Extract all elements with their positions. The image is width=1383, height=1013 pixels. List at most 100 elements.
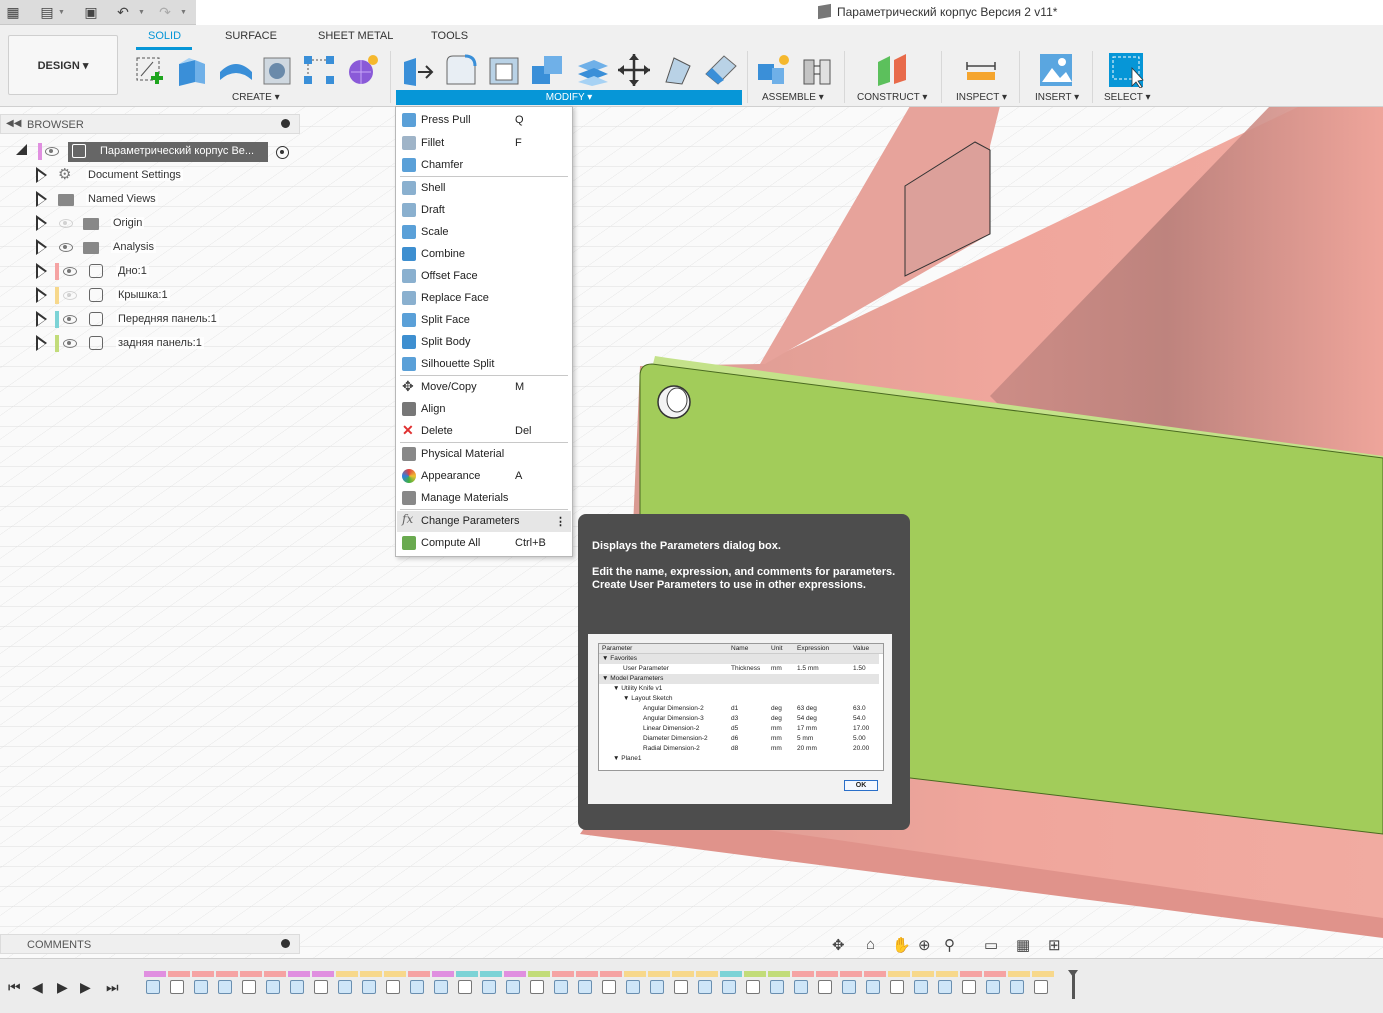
tab-tools[interactable]: TOOLS <box>431 30 468 42</box>
offset-plane-icon[interactable] <box>874 52 910 88</box>
tab-solid[interactable]: SOLID <box>148 30 181 42</box>
menu-item-move-copy[interactable]: ✥ Move/Copy M <box>397 377 571 398</box>
menu-item-align[interactable]: Align <box>397 399 571 420</box>
form-icon[interactable] <box>345 52 381 88</box>
viewports-icon[interactable]: ⊞ <box>1048 936 1061 954</box>
pan-icon[interactable]: ✋ <box>892 936 911 954</box>
insert-image-icon[interactable] <box>1038 52 1074 88</box>
timeline-feature-icon[interactable] <box>650 980 664 994</box>
redo-chevron-icon[interactable]: ▼ <box>180 9 187 16</box>
fillet-icon[interactable] <box>443 52 479 88</box>
timeline-feature-icon[interactable] <box>146 980 160 994</box>
fit-icon[interactable]: ⚲ <box>944 936 955 954</box>
menu-item-appearance[interactable]: Appearance A <box>397 466 571 487</box>
timeline-feature-icon[interactable] <box>722 980 736 994</box>
timeline-feature-icon[interactable] <box>794 980 808 994</box>
tab-surface[interactable]: SURFACE <box>225 30 277 42</box>
browser-minimize-icon[interactable] <box>281 119 290 128</box>
timeline-feature-icon[interactable] <box>170 980 184 994</box>
new-component-icon[interactable] <box>756 52 792 88</box>
visibility-eye-icon[interactable] <box>63 315 77 324</box>
timeline-feature-icon[interactable] <box>914 980 928 994</box>
menu-item-scale[interactable]: Scale <box>397 222 571 243</box>
workspace-switcher[interactable]: DESIGN ▾ <box>8 35 118 95</box>
timeline-feature-icon[interactable] <box>890 980 904 994</box>
menu-item-physical-material[interactable]: Physical Material <box>397 444 571 465</box>
timeline-feature-icon[interactable] <box>338 980 352 994</box>
menu-item-delete[interactable]: ✕ Delete Del <box>397 421 571 442</box>
grid-settings-icon[interactable]: ▦ <box>1016 936 1030 954</box>
menu-item-offset-face[interactable]: Offset Face <box>397 266 571 287</box>
assemble-menu[interactable]: ASSEMBLE ▾ <box>762 92 824 103</box>
menu-item-split-body[interactable]: Split Body <box>397 332 571 353</box>
redo-icon[interactable]: ↷ <box>156 3 174 21</box>
activate-radio-icon[interactable] <box>276 146 289 159</box>
timeline-feature-icon[interactable] <box>434 980 448 994</box>
undo-chevron-icon[interactable]: ▼ <box>138 9 145 16</box>
press-pull-icon[interactable] <box>400 52 436 88</box>
timeline-feature-icon[interactable] <box>578 980 592 994</box>
extrude-icon[interactable] <box>175 52 211 88</box>
timeline-feature-icon[interactable] <box>218 980 232 994</box>
timeline-feature-icon[interactable] <box>626 980 640 994</box>
timeline-feature-icon[interactable] <box>362 980 376 994</box>
timeline-feature-icon[interactable] <box>986 980 1000 994</box>
delete-face-icon[interactable] <box>702 52 738 88</box>
display-settings-icon[interactable]: ▭ <box>984 936 998 954</box>
menu-item-split-face[interactable]: Split Face <box>397 310 571 331</box>
collapse-browser-icon[interactable]: ◀◀ <box>6 118 21 129</box>
visibility-eye-icon[interactable] <box>59 219 73 228</box>
go-to-start-icon[interactable]: ⏮ <box>8 979 21 996</box>
menu-item-chamfer[interactable]: Chamfer <box>397 155 571 176</box>
timeline-feature-icon[interactable] <box>746 980 760 994</box>
timeline-feature-icon[interactable] <box>410 980 424 994</box>
go-to-end-icon[interactable]: ⏭ <box>106 979 119 996</box>
browser-item[interactable]: задняя панель:1 <box>0 333 300 355</box>
timeline-feature-icon[interactable] <box>530 980 544 994</box>
timeline-feature-icon[interactable] <box>506 980 520 994</box>
create-sketch-icon[interactable] <box>133 52 169 88</box>
browser-item[interactable]: Дно:1 <box>0 261 300 283</box>
menu-item-silhouette-split[interactable]: Silhouette Split <box>397 354 571 375</box>
menu-item-fillet[interactable]: Fillet F <box>397 133 571 154</box>
timeline-feature-icon[interactable] <box>386 980 400 994</box>
joint-icon[interactable] <box>800 52 836 88</box>
menu-item-press-pull[interactable]: Press Pull Q <box>397 110 571 131</box>
select-icon[interactable] <box>1108 52 1144 88</box>
measure-icon[interactable] <box>963 52 999 88</box>
revolve-icon[interactable] <box>218 52 254 88</box>
timeline-feature-icon[interactable] <box>266 980 280 994</box>
shell-icon[interactable] <box>486 52 522 88</box>
offset-face-icon[interactable] <box>574 52 610 88</box>
menu-item-draft[interactable]: Draft <box>397 200 571 221</box>
browser-panel-header[interactable]: ◀◀ BROWSER <box>0 114 300 134</box>
visibility-eye-icon[interactable] <box>63 339 77 348</box>
visibility-eye-icon[interactable] <box>45 147 59 156</box>
menu-item-manage-materials[interactable]: Manage Materials <box>397 488 571 509</box>
play-icon[interactable]: ▶ <box>57 979 68 996</box>
undo-icon[interactable]: ↶ <box>114 3 132 21</box>
timeline-feature-icon[interactable] <box>938 980 952 994</box>
timeline-feature-icon[interactable] <box>482 980 496 994</box>
expand-triangle-icon[interactable] <box>16 144 27 155</box>
visibility-eye-icon[interactable] <box>63 291 77 300</box>
timeline-feature-icon[interactable] <box>290 980 304 994</box>
insert-menu[interactable]: INSERT ▾ <box>1035 92 1079 103</box>
zoom-icon[interactable]: ⊕ <box>918 936 931 954</box>
menu-item-combine[interactable]: Combine <box>397 244 571 265</box>
combine-icon[interactable] <box>530 52 566 88</box>
timeline-feature-icon[interactable] <box>674 980 688 994</box>
file-icon[interactable]: ▤ <box>38 3 56 21</box>
file-chevron-icon[interactable]: ▼ <box>58 9 65 16</box>
timeline-feature-icon[interactable] <box>866 980 880 994</box>
browser-item[interactable]: Named Views <box>0 189 300 211</box>
timeline-marker[interactable] <box>1068 970 1078 999</box>
timeline-feature-icon[interactable] <box>242 980 256 994</box>
comments-panel-header[interactable]: COMMENTS <box>0 934 300 954</box>
timeline-feature-icon[interactable] <box>194 980 208 994</box>
move-icon[interactable] <box>616 52 652 88</box>
browser-item[interactable]: ⚙ Document Settings <box>0 165 300 187</box>
look-at-icon[interactable]: ⌂ <box>866 936 875 953</box>
create-menu[interactable]: CREATE ▾ <box>232 92 280 103</box>
grid-menu-icon[interactable]: ▦ <box>4 3 22 21</box>
